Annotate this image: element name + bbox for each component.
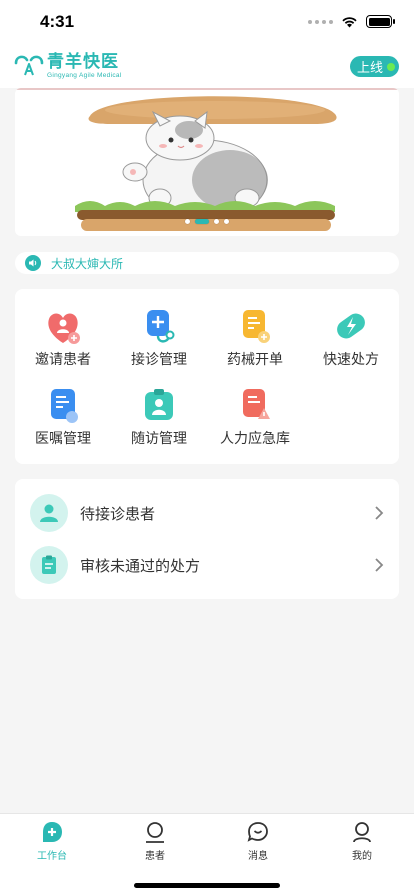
tab-patients[interactable]: 患者 [125, 820, 185, 862]
profile-icon [353, 822, 371, 843]
clipboard-icon [30, 546, 68, 584]
pill-icon [337, 313, 365, 339]
carousel-dot[interactable] [214, 219, 219, 224]
status-time: 4:31 [40, 12, 75, 31]
battery-icon [366, 15, 395, 28]
feature-label: 药械开单 [227, 352, 283, 368]
logo-subtitle: Gingyang Agile Medical [47, 72, 122, 79]
workbench-icon [43, 822, 62, 842]
chat-bubble-icon [247, 822, 268, 842]
feature-label: 人力应急库 [220, 431, 290, 447]
banner-cat-burger-image [15, 88, 399, 231]
logo-title: 青羊快医 [47, 52, 119, 72]
emergency-icon [243, 389, 270, 419]
status-bar: 4:31 [0, 0, 414, 44]
chevron-right-icon [375, 506, 384, 520]
stethoscope-icon [147, 310, 175, 343]
app-header: 青羊快医 Gingyang Agile Medical 上线 [0, 44, 414, 88]
feature-drug-order[interactable]: 药械开单 [207, 307, 303, 369]
feature-label: 随访管理 [131, 431, 187, 447]
feature-follow-up[interactable]: 随访管理 [111, 386, 207, 448]
carousel-dot[interactable] [185, 219, 190, 224]
feature-label: 邀请患者 [35, 352, 91, 368]
online-status-dot [387, 62, 396, 71]
tab-label: 患者 [145, 851, 165, 862]
tab-label: 消息 [248, 851, 268, 862]
tab-label: 我的 [352, 851, 372, 862]
app-logo: 青羊快医 Gingyang Agile Medical [14, 53, 122, 79]
user-icon [146, 822, 164, 843]
list-item-label: 审核未通过的处方 [80, 556, 201, 575]
feature-reception-management[interactable]: 接诊管理 [111, 307, 207, 369]
patient-avatar-icon [30, 494, 68, 532]
list-item-rejected-prescriptions[interactable]: 审核未通过的处方 [15, 539, 399, 591]
tab-workbench[interactable]: 工作台 [22, 820, 82, 862]
list-item-pending-patients[interactable]: 待接诊患者 [15, 487, 399, 539]
online-label: 上线 [357, 61, 384, 76]
status-icons [308, 15, 395, 28]
prescription-order-icon [243, 310, 270, 343]
tab-me[interactable]: 我的 [332, 820, 392, 862]
feature-medical-order[interactable]: 医嘱管理 [15, 386, 111, 448]
notice-bar[interactable]: 大叔大婶大所 [15, 252, 399, 274]
carousel-dot[interactable] [224, 219, 229, 224]
feature-quick-prescription[interactable]: 快速处方 [303, 307, 399, 369]
home-indicator [134, 883, 280, 888]
bottom-tab-bar: 工作台 患者 消息 我的 [0, 813, 414, 896]
medical-order-icon [51, 389, 78, 423]
feature-grid: 邀请患者 接诊管理 药械开单 快速处方 医嘱管理 随访管理 人力应急库 [15, 289, 399, 464]
tab-label: 工作台 [37, 851, 67, 862]
wifi-icon [342, 16, 357, 27]
banner-carousel[interactable] [15, 88, 399, 236]
carousel-dot-active[interactable] [195, 219, 209, 224]
notice-text: 大叔大婶大所 [51, 256, 124, 271]
task-list: 待接诊患者 审核未通过的处方 [15, 479, 399, 599]
feature-label: 医嘱管理 [35, 431, 91, 447]
sheep-logo-icon [14, 55, 44, 76]
feature-invite-patient[interactable]: 邀请患者 [15, 307, 111, 369]
tab-messages[interactable]: 消息 [228, 820, 288, 862]
follow-up-icon [145, 389, 173, 420]
chevron-right-icon [375, 558, 384, 572]
speaker-icon [25, 255, 41, 271]
feature-label: 快速处方 [323, 352, 379, 368]
feature-label: 接诊管理 [131, 352, 187, 368]
invite-patient-icon [48, 313, 80, 344]
signal-icon [308, 19, 333, 24]
feature-emergency-pool[interactable]: 人力应急库 [207, 386, 303, 448]
carousel-indicator [15, 219, 399, 224]
list-item-label: 待接诊患者 [80, 504, 156, 523]
online-toggle-button[interactable]: 上线 [350, 56, 399, 77]
